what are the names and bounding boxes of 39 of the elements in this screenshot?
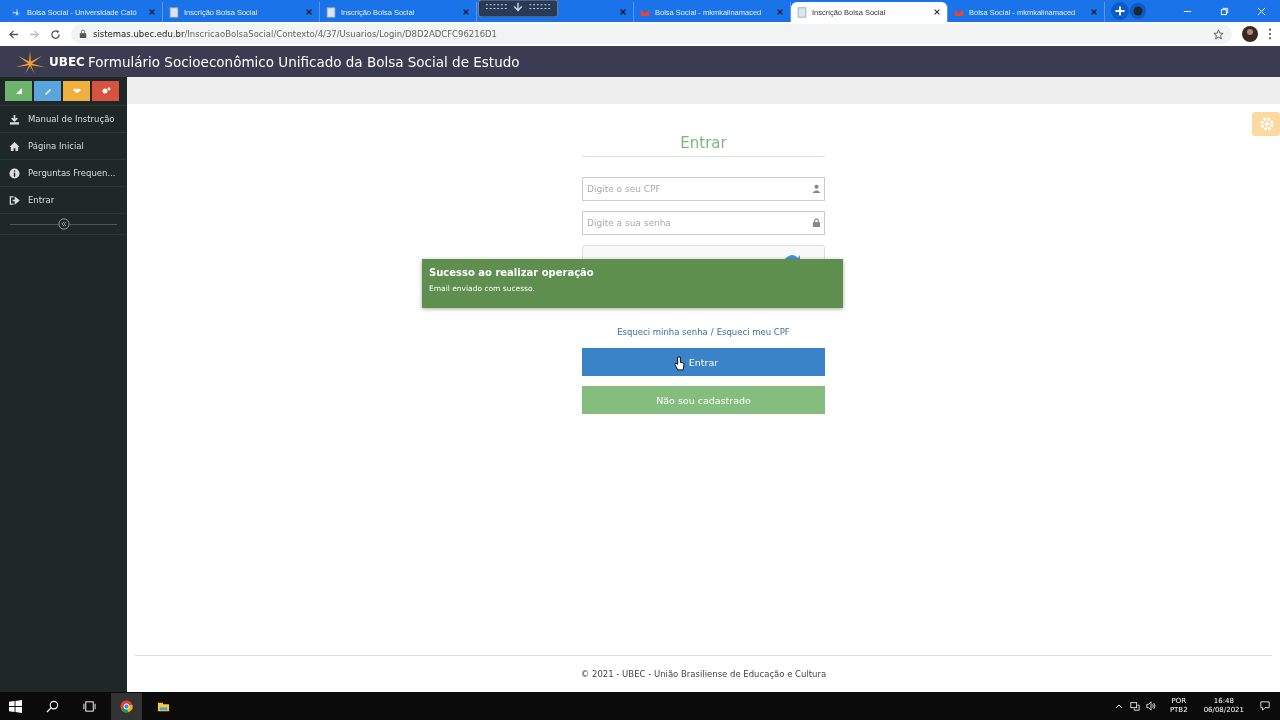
logo-text: UBEC bbox=[49, 54, 85, 69]
lock-icon bbox=[79, 29, 87, 39]
new-tab-icon[interactable] bbox=[1111, 2, 1129, 20]
footer-text: © 2021 - UBEC - União Brasiliense de Educação e Cultura bbox=[580, 669, 827, 679]
document-icon bbox=[326, 6, 336, 18]
back-icon[interactable] bbox=[8, 28, 19, 40]
notification-icon[interactable] bbox=[1260, 701, 1270, 711]
address-bar[interactable]: sistemas.ubec.edu.br/InscricaoBolsaSocial/Contexto/4/37/Usuarios/Login/D8D2ADCFC96216D1 bbox=[71, 24, 1232, 44]
lock-icon bbox=[812, 218, 821, 227]
shortcut-button[interactable] bbox=[92, 81, 119, 101]
volume-icon[interactable] bbox=[1145, 701, 1156, 711]
document-icon bbox=[169, 6, 179, 18]
capture-toolbar-icon[interactable] bbox=[476, 0, 560, 17]
link-separator: / bbox=[710, 327, 714, 337]
chrome-icon[interactable] bbox=[111, 692, 142, 720]
hand-cursor-icon bbox=[674, 356, 685, 371]
toast-title: Sucesso ao realizar operação bbox=[429, 267, 595, 278]
network-icon[interactable] bbox=[1129, 701, 1140, 711]
form-title: Entrar bbox=[582, 134, 825, 157]
close-icon[interactable] bbox=[933, 8, 941, 16]
home-icon bbox=[9, 140, 20, 152]
document-icon bbox=[797, 6, 807, 18]
forgot-cpf-link[interactable]: Esqueci meu CPF bbox=[716, 327, 790, 337]
user-icon bbox=[812, 184, 821, 193]
dropdown-icon[interactable] bbox=[1129, 2, 1147, 20]
avatar-icon[interactable] bbox=[1242, 26, 1258, 42]
restore-icon[interactable] bbox=[1220, 7, 1229, 16]
info-icon bbox=[9, 167, 20, 179]
password-field[interactable]: Digite a sua senha bbox=[582, 211, 825, 235]
sign-in-icon bbox=[9, 194, 20, 206]
download-icon bbox=[9, 113, 20, 125]
more-icon[interactable] bbox=[1268, 28, 1272, 40]
cpf-field[interactable]: Digite o seu CPF bbox=[582, 177, 825, 201]
login-button[interactable]: Entrar bbox=[582, 348, 825, 376]
app-title: Formulário Socioeconômico Unificado da Bolsa Social de Estudo bbox=[87, 53, 520, 70]
forgot-password-link[interactable]: Esqueci minha senha bbox=[617, 327, 708, 337]
reload-icon[interactable] bbox=[50, 28, 61, 40]
bookmark-star-icon[interactable] bbox=[1213, 28, 1224, 40]
collapse-icon[interactable] bbox=[57, 218, 70, 230]
